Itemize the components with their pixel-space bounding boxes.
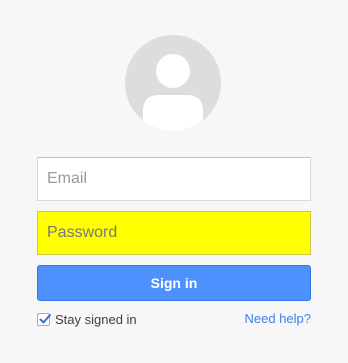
avatar — [125, 35, 221, 131]
password-field[interactable] — [37, 211, 311, 255]
stay-signed-in-label: Stay signed in — [55, 311, 137, 327]
stay-signed-in-checkbox[interactable] — [37, 312, 51, 326]
sign-in-button[interactable]: Sign in — [37, 265, 311, 301]
default-user-icon — [143, 54, 203, 131]
checkmark-icon — [39, 313, 51, 323]
stay-signed-in[interactable]: Stay signed in — [37, 311, 137, 327]
email-field[interactable] — [37, 157, 311, 201]
need-help-link[interactable]: Need help? — [245, 311, 312, 327]
